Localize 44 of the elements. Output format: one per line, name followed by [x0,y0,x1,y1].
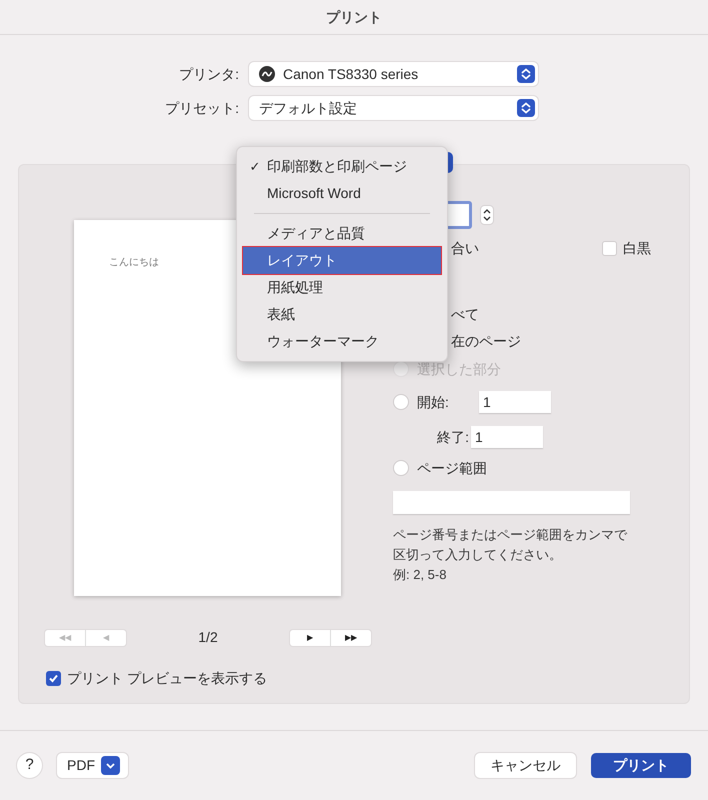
radio-button[interactable] [393,460,409,476]
last-page-button[interactable]: ▶▶ [331,630,371,646]
radio-label: 開始: [417,392,450,412]
field-label: 終了: [436,428,470,446]
popup-arrows-icon [517,65,535,83]
collate-label: 合い [451,238,479,258]
radio-button[interactable] [393,394,409,410]
checkmark-icon [48,673,59,684]
checkbox[interactable] [46,671,61,686]
radio-label: 在のページ [451,332,521,351]
window-title: プリント [326,8,382,26]
printer-brand-icon [259,66,275,82]
radio-label: べて [451,305,479,324]
check-mark: ✓ [250,158,260,176]
pdf-button[interactable]: PDF [57,753,128,778]
printer-popup[interactable]: Canon TS8330 series [249,62,538,86]
cancel-button[interactable]: キャンセル [475,753,576,778]
to-field[interactable]: 1 [471,426,543,448]
from-field[interactable]: 1 [479,391,551,413]
hint-text: ページ番号またはページ範囲をカンマで区切って入力してください。 [393,526,628,564]
menu-item[interactable]: 用紙処理 [243,274,441,301]
field-label: プリセット: [164,98,240,118]
menu-item[interactable]: Microsoft Word [243,180,441,207]
next-page-button[interactable]: ▶ [290,630,331,646]
menu-item[interactable]: ウォーターマーク [243,328,441,355]
menu-item[interactable]: ✓ 印刷部数と印刷ページ [243,153,441,180]
preset-popup[interactable]: デフォルト設定 [249,96,538,120]
menu-item[interactable]: 表紙 [243,301,441,328]
checkbox-label: プリント プレビューを表示する [67,669,267,688]
radio-label: ページ範囲 [417,458,487,478]
help-button[interactable]: ? [17,753,42,778]
popup-arrows-icon [517,99,535,117]
checkbox[interactable] [602,240,617,256]
example-text: 例: 2, 5-8 [393,566,448,584]
field-label: プリンタ: [178,64,240,84]
menu-item[interactable]: メディアと品質 [243,220,441,247]
chevron-down-icon [101,756,120,775]
menu-item[interactable]: レイアウト [243,247,441,274]
stepper-icon[interactable] [480,205,494,225]
preview-text: こんにちは [109,258,159,268]
page-indicator: 1/2 [197,628,219,647]
print-button[interactable]: プリント [591,753,691,778]
range-field[interactable] [393,491,630,514]
checkbox-label: 白黒 [623,238,651,258]
